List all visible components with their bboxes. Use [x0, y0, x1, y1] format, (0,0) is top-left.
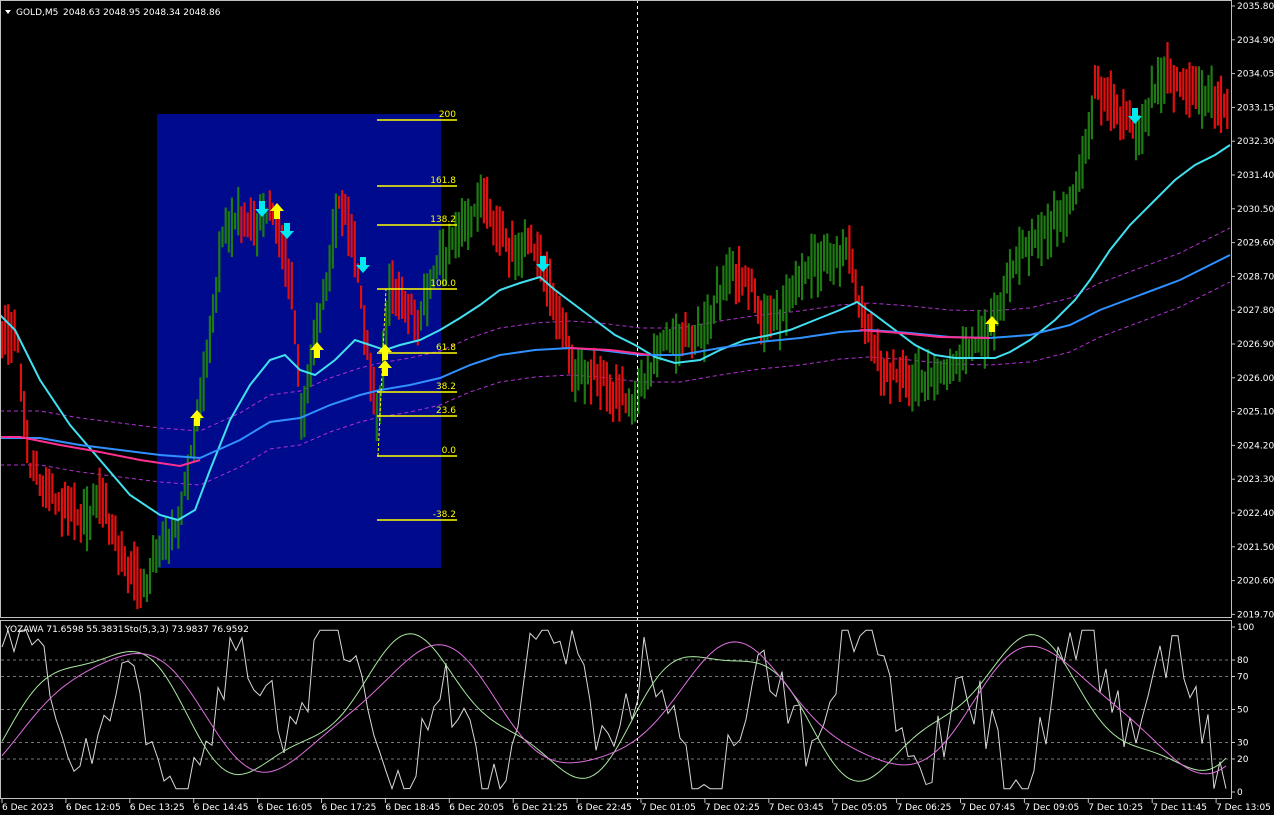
oscillator-tick-label: 80 [1237, 656, 1249, 666]
fibonacci-level-label: 0.0 [442, 446, 457, 456]
time-tick-label: 7 Dec 06:25 [897, 803, 952, 813]
indicator-label: YOZAWA 71.6598 55.3831 [4, 625, 124, 635]
oscillator-tick-label: 20 [1237, 755, 1249, 765]
time-tick-label: 7 Dec 10:25 [1088, 803, 1143, 813]
fibonacci-level-label: -38.2 [433, 510, 456, 520]
time-tick-label: 7 Dec 05:05 [833, 803, 888, 813]
price-tick-label: 2032.30 [1237, 137, 1274, 147]
price-tick-label: 2026.00 [1237, 374, 1274, 384]
time-tick-label: 6 Dec 2023 [2, 803, 54, 813]
price-tick-label: 2031.40 [1237, 171, 1274, 181]
time-tick-label: 7 Dec 09:05 [1024, 803, 1079, 813]
price-tick-label: 2019.70 [1237, 610, 1274, 620]
fibonacci-level-label: 23.6 [436, 406, 456, 416]
fibonacci-level-label: 100.0 [430, 279, 456, 289]
price-tick-label: 2024.20 [1237, 441, 1274, 451]
time-tick-label: 7 Dec 03:45 [769, 803, 824, 813]
price-tick-label: 2027.80 [1237, 306, 1274, 316]
time-tick-label: 7 Dec 13:05 [1216, 803, 1271, 813]
oscillator-tick-label: 100 [1237, 623, 1254, 633]
fibonacci-level-label: 38.2 [436, 382, 456, 392]
time-tick-label: 6 Dec 21:25 [513, 803, 568, 813]
time-tick-label: 6 Dec 16:05 [258, 803, 313, 813]
symbol-label: GOLD,M5 [16, 8, 58, 18]
oscillator-tick-label: 30 [1237, 739, 1249, 749]
time-tick-label: 7 Dec 01:05 [641, 803, 696, 813]
fibonacci-level-label: 61.8 [436, 343, 456, 353]
stochastic-label: Sto(5,3,3) 73.9837 76.9592 [124, 625, 249, 635]
trading-chart[interactable]: 200161.8138.2100.061.838.223.60.0-38.2 2… [0, 0, 1274, 815]
price-tick-label: 2025.10 [1237, 408, 1274, 418]
oscillator-tick-label: 0 [1237, 788, 1243, 798]
price-tick-label: 2035.80 [1237, 2, 1274, 12]
price-tick-label: 2034.90 [1237, 36, 1274, 46]
price-tick-label: 2022.40 [1237, 509, 1274, 519]
time-tick-label: 6 Dec 22:45 [577, 803, 632, 813]
time-tick-label: 7 Dec 07:45 [961, 803, 1016, 813]
price-tick-label: 2028.70 [1237, 272, 1274, 282]
price-tick-label: 2021.50 [1237, 543, 1274, 553]
oscillator-tick-label: 70 [1237, 673, 1249, 683]
price-tick-label: 2026.90 [1237, 340, 1274, 350]
oscillator-tick-label: 50 [1237, 706, 1249, 716]
ohlc-readout: 2048.63 2048.95 2048.34 2048.86 [63, 8, 221, 18]
time-tick-label: 7 Dec 02:25 [705, 803, 760, 813]
time-tick-label: 6 Dec 17:25 [322, 803, 377, 813]
fibonacci-level-label: 161.8 [430, 176, 456, 186]
price-tick-label: 2033.15 [1237, 103, 1274, 113]
time-tick-label: 6 Dec 13:25 [130, 803, 185, 813]
time-tick-label: 7 Dec 11:45 [1152, 803, 1207, 813]
fibonacci-level-label: 200 [439, 110, 456, 120]
price-tick-label: 2020.60 [1237, 577, 1274, 587]
price-tick-label: 2029.60 [1237, 239, 1274, 249]
time-tick-label: 6 Dec 20:05 [449, 803, 504, 813]
fibonacci-level-label: 138.2 [430, 215, 456, 225]
price-tick-label: 2023.30 [1237, 475, 1274, 485]
price-tick-label: 2030.50 [1237, 205, 1274, 215]
time-tick-label: 6 Dec 18:45 [385, 803, 440, 813]
price-tick-label: 2034.05 [1237, 70, 1274, 80]
time-tick-label: 6 Dec 14:45 [194, 803, 249, 813]
time-tick-label: 6 Dec 12:05 [66, 803, 121, 813]
